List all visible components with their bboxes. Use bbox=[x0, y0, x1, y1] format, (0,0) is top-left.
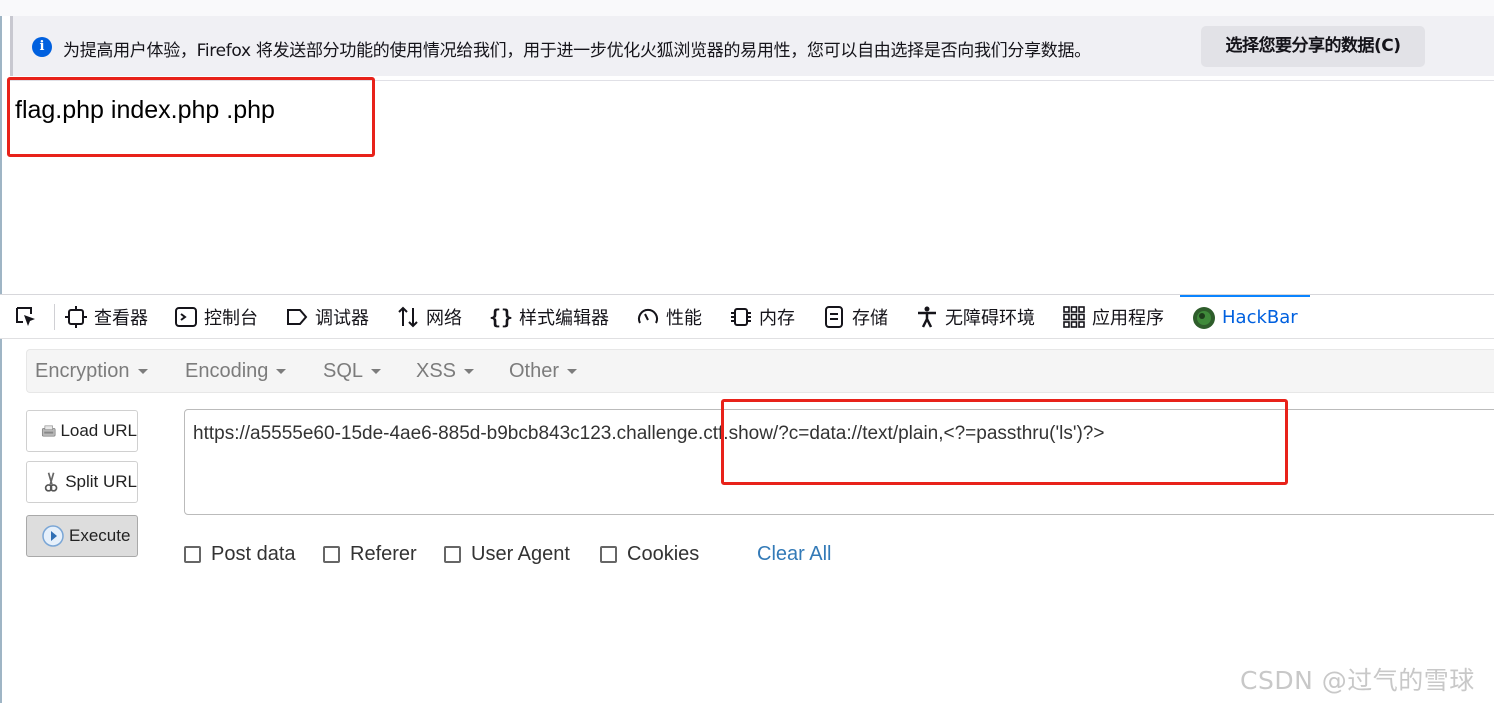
caret-down-icon bbox=[567, 369, 578, 375]
button-label: Split URL bbox=[65, 472, 137, 491]
devtools-toolbar: 查看器 控制台 调试器 网络 {} 样式编辑器 性能 内存 存储 无障碍环境 应… bbox=[0, 295, 1494, 339]
tab-label: 无障碍环境 bbox=[945, 307, 1035, 329]
memory-icon bbox=[731, 307, 751, 326]
tab-label: HackBar bbox=[1222, 307, 1298, 328]
tab-hackbar[interactable]: HackBar bbox=[1180, 295, 1310, 338]
tab-console[interactable]: 控制台 bbox=[174, 295, 258, 338]
button-label: Load URL bbox=[60, 421, 137, 440]
tab-label: 存储 bbox=[852, 307, 888, 329]
style-editor-icon: {} bbox=[489, 304, 514, 329]
checkbox-label: Post data bbox=[211, 543, 296, 565]
tab-debugger[interactable]: 调试器 bbox=[285, 295, 369, 338]
inspector-icon bbox=[65, 305, 87, 328]
menu-xss[interactable]: XSS bbox=[416, 350, 475, 392]
play-icon bbox=[42, 525, 64, 547]
tab-label: 应用程序 bbox=[1092, 307, 1164, 329]
tab-label: 查看器 bbox=[94, 307, 148, 329]
tab-application[interactable]: 应用程序 bbox=[1062, 295, 1164, 338]
user-agent-checkbox[interactable]: User Agent bbox=[444, 543, 570, 566]
choose-data-share-button[interactable]: 选择您要分享的数据(C) bbox=[1201, 26, 1425, 67]
referer-checkbox[interactable]: Referer bbox=[323, 543, 417, 566]
console-icon bbox=[175, 306, 197, 327]
browser-top-strip bbox=[0, 0, 1494, 16]
checkbox-box[interactable] bbox=[600, 546, 617, 563]
tab-inspector[interactable]: 查看器 bbox=[64, 295, 148, 338]
tab-memory[interactable]: 内存 bbox=[729, 295, 795, 338]
clear-all-link[interactable]: Clear All bbox=[757, 543, 831, 566]
caret-down-icon bbox=[137, 369, 148, 375]
menu-label: SQL bbox=[323, 360, 364, 382]
menu-label: Encryption bbox=[35, 360, 130, 382]
notification-message: 为提高用户体验，Firefox 将发送部分功能的使用情况给我们，用于进一步优化火… bbox=[63, 41, 1091, 61]
notification-bar: i 为提高用户体验，Firefox 将发送部分功能的使用情况给我们，用于进一步优… bbox=[10, 16, 1494, 76]
hackbar-icon bbox=[1193, 306, 1215, 329]
tab-accessibility[interactable]: 无障碍环境 bbox=[915, 295, 1035, 338]
tab-style-editor[interactable]: {} 样式编辑器 bbox=[489, 295, 609, 338]
tab-label: 内存 bbox=[759, 307, 795, 329]
split-url-button[interactable]: Split URL bbox=[26, 461, 138, 503]
post-data-checkbox[interactable]: Post data bbox=[184, 543, 296, 566]
annotation-highlight-output bbox=[7, 77, 375, 157]
hackbar-menubar: Encryption Encoding SQL XSS Other bbox=[26, 349, 1494, 393]
element-picker-icon bbox=[16, 306, 35, 326]
accessibility-icon bbox=[918, 306, 936, 328]
tab-label: 调试器 bbox=[315, 307, 369, 329]
cookies-checkbox[interactable]: Cookies bbox=[600, 543, 699, 566]
tab-label: 样式编辑器 bbox=[519, 307, 609, 329]
menu-encryption[interactable]: Encryption bbox=[35, 350, 148, 392]
tab-storage[interactable]: 存储 bbox=[822, 295, 888, 338]
checkbox-box[interactable] bbox=[323, 546, 340, 563]
info-icon: i bbox=[32, 37, 52, 57]
caret-down-icon bbox=[371, 369, 382, 375]
tab-network[interactable]: 网络 bbox=[396, 295, 462, 338]
debugger-icon bbox=[287, 308, 308, 325]
menu-other[interactable]: Other bbox=[509, 350, 578, 392]
checkbox-label: Cookies bbox=[627, 543, 700, 565]
checkbox-box[interactable] bbox=[444, 546, 461, 563]
load-url-icon bbox=[41, 425, 56, 437]
network-icon bbox=[398, 306, 418, 327]
toolbar-separator bbox=[54, 304, 55, 330]
load-url-button[interactable]: Load URL bbox=[26, 410, 138, 452]
checkbox-label: User Agent bbox=[471, 543, 570, 565]
application-icon bbox=[1063, 305, 1085, 328]
menu-sql[interactable]: SQL bbox=[323, 350, 382, 392]
checkbox-box[interactable] bbox=[184, 546, 201, 563]
tab-label: 网络 bbox=[426, 307, 462, 329]
watermark: CSDN @过气的雪球 bbox=[1240, 666, 1475, 695]
caret-down-icon bbox=[464, 369, 475, 375]
button-label: Execute bbox=[69, 526, 131, 545]
menu-label: XSS bbox=[416, 360, 457, 382]
menu-label: Other bbox=[509, 360, 560, 382]
storage-icon bbox=[825, 305, 843, 328]
caret-down-icon bbox=[276, 369, 287, 375]
checkbox-label: Referer bbox=[350, 543, 417, 565]
annotation-highlight-payload bbox=[721, 399, 1288, 485]
element-picker-button[interactable] bbox=[14, 295, 38, 338]
tab-performance[interactable]: 性能 bbox=[636, 295, 702, 338]
execute-button[interactable]: Execute bbox=[26, 515, 138, 557]
tab-label: 性能 bbox=[666, 307, 702, 329]
window-left-edge bbox=[0, 16, 2, 703]
menu-encoding[interactable]: Encoding bbox=[185, 350, 287, 392]
performance-icon bbox=[638, 308, 658, 323]
tab-label: 控制台 bbox=[204, 307, 258, 329]
scissors-icon bbox=[44, 472, 58, 492]
menu-label: Encoding bbox=[185, 360, 269, 382]
